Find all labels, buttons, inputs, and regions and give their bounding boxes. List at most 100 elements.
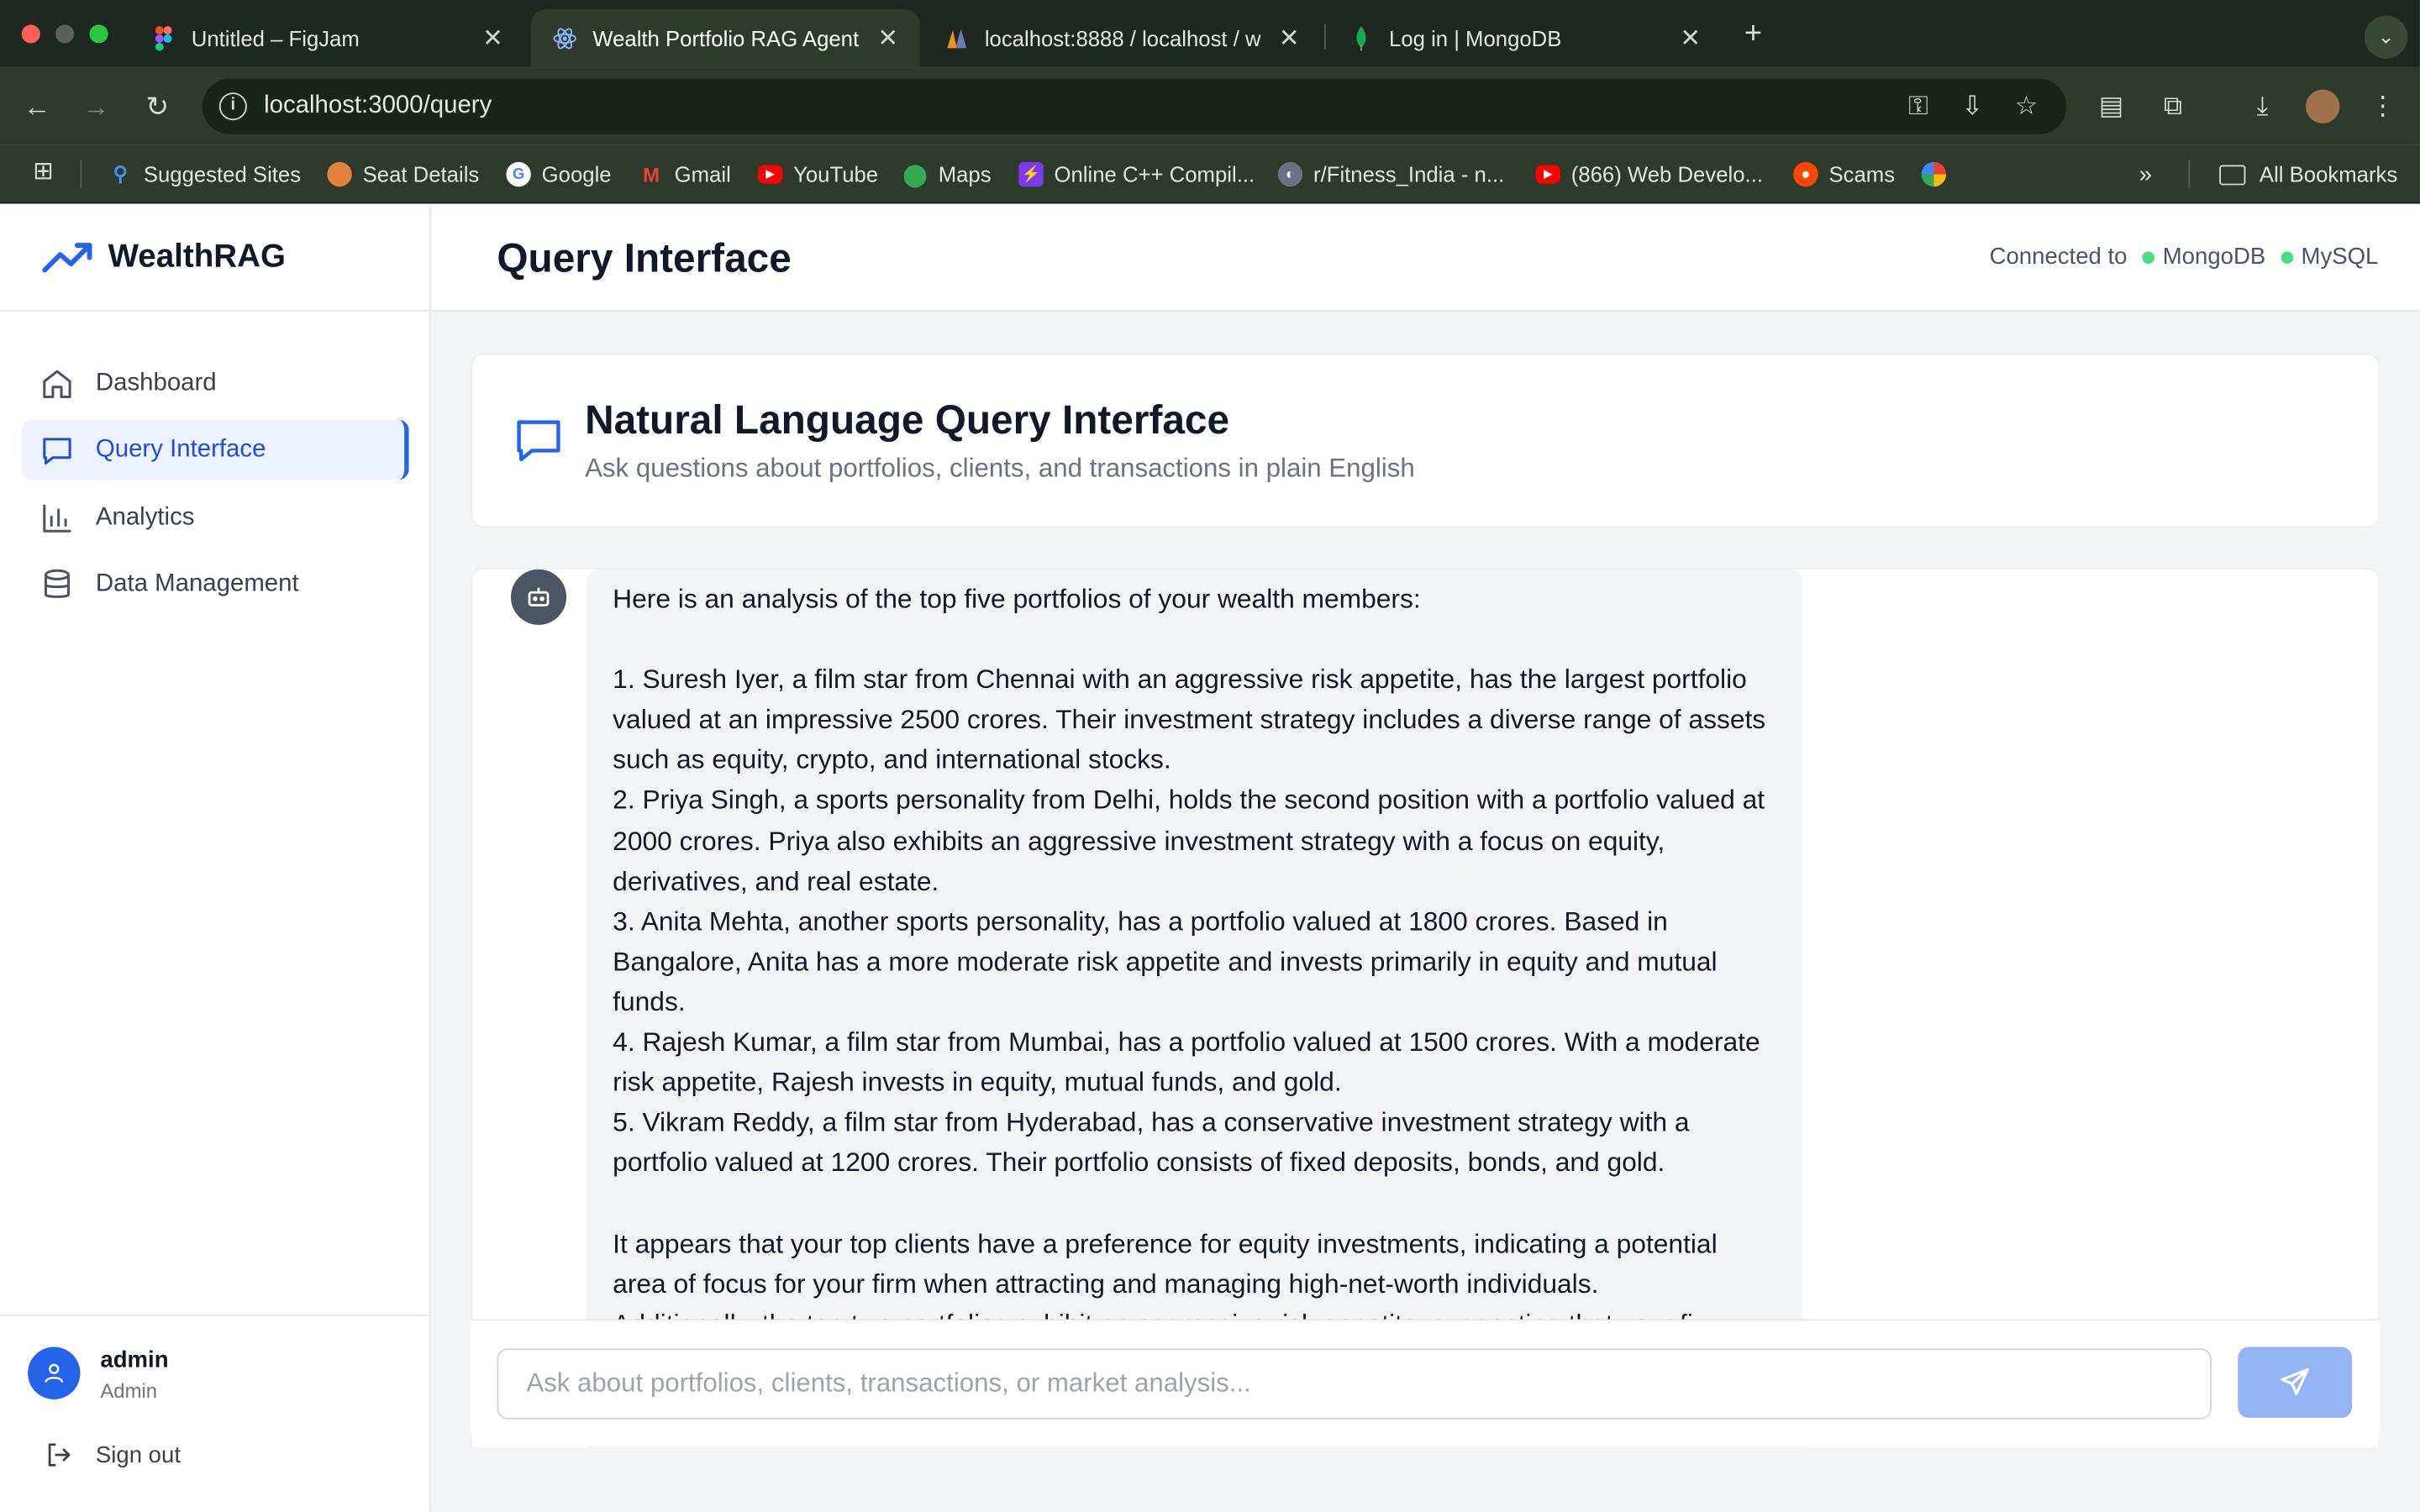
install-app-icon[interactable]: ⇩ [1954, 88, 1991, 125]
sidebar-item-dashboard[interactable]: Dashboard [22, 354, 409, 414]
status-dot-mongodb [2142, 250, 2155, 264]
site-info-icon[interactable]: i [218, 92, 247, 121]
all-bookmarks-button[interactable]: All Bookmarks [2219, 160, 2397, 188]
user-role: Admin [100, 1379, 158, 1403]
reload-icon[interactable]: ↻ [139, 88, 176, 125]
message-conclusion: It appears that your top clients have a … [613, 1227, 1718, 1299]
react-icon [553, 26, 577, 50]
bookmark-label: Online C++ Compil... [1054, 161, 1255, 187]
url-text: localhost:3000/query [264, 92, 492, 119]
query-input-bar [471, 1319, 2381, 1446]
tab-search-icon[interactable]: ⌄ [2364, 15, 2408, 59]
page-header: Query Interface Connected to MongoDB MyS… [432, 205, 2420, 312]
bookmarks-bar: ⊞ ⚲ Suggested Sites Seat Details G Googl… [0, 144, 2420, 204]
bar-chart-icon [43, 503, 71, 532]
message-item: 1. Suresh Iyer, a film star from Chennai… [613, 664, 1766, 775]
browser-tab[interactable]: Untitled – FigJam ✕ [129, 9, 524, 68]
bot-avatar [510, 569, 567, 625]
extensions-puzzle-icon[interactable]: ⧉ [2154, 88, 2191, 125]
sign-out-label: Sign out [95, 1441, 181, 1468]
new-tab-icon[interactable]: + [1734, 15, 1771, 52]
browser-tab[interactable]: Log in | MongoDB ✕ [1328, 9, 1723, 68]
address-bar[interactable]: i localhost:3000/query ⚿ ⇩ ☆ [202, 78, 2067, 134]
close-window-button[interactable] [21, 24, 40, 44]
bookmark-star-icon[interactable]: ☆ [2008, 88, 2045, 125]
bookmark-divider [80, 160, 82, 189]
chat-messages[interactable]: Here is an analysis of the top five port… [471, 567, 2381, 1447]
message-item: 3. Anita Mehta, another sports personali… [613, 905, 1718, 1017]
send-icon [2281, 1368, 2309, 1395]
query-input[interactable] [497, 1348, 2212, 1420]
bot-icon [528, 587, 550, 606]
connected-label: Connected to [1989, 244, 2128, 270]
key-icon[interactable]: ⚿ [1900, 88, 1937, 125]
browser-menu-icon[interactable]: ⋮ [2365, 88, 2402, 125]
sidebar-item-analytics[interactable]: Analytics [22, 487, 409, 548]
send-button[interactable] [2238, 1347, 2353, 1418]
bookmark-item[interactable]: ▶ YouTube [757, 160, 879, 188]
bookmark-item[interactable]: ⬤ Maps [902, 160, 992, 188]
reddit-icon: ● [1793, 161, 1818, 187]
bookmark-divider [2188, 160, 2191, 189]
query-intro-card: Natural Language Query Interface Ask que… [471, 353, 2381, 528]
folder-icon [2219, 164, 2246, 185]
bookmark-item[interactable]: ⚲ Suggested Sites [108, 160, 302, 188]
bookmark-item[interactable] [1921, 160, 1957, 188]
close-tab-icon[interactable]: ✕ [482, 24, 503, 55]
maximize-window-button[interactable] [89, 24, 108, 44]
google-icon: G [506, 161, 531, 187]
bookmark-label: Google [541, 161, 612, 187]
seat-icon [327, 161, 352, 187]
page-title: Query Interface [497, 234, 792, 281]
bookmark-label: Suggested Sites [143, 161, 302, 187]
all-bookmarks-label: All Bookmarks [2259, 161, 2398, 187]
close-tab-icon[interactable]: ✕ [877, 24, 898, 55]
pinwheel-icon [1921, 161, 1947, 187]
bookmark-label: Maps [938, 161, 992, 187]
browser-tab-bar: Untitled – FigJam ✕ Wealth Portfolio RAG… [0, 0, 2420, 68]
tab-title: localhost:8888 / localhost / w [984, 26, 1261, 51]
bookmark-item[interactable]: M Gmail [639, 160, 731, 188]
minimize-window-button[interactable] [55, 24, 75, 44]
apps-grid-icon[interactable]: ⊞ [24, 155, 61, 192]
bookmark-label: YouTube [793, 161, 879, 187]
tab-separator [1323, 24, 1326, 50]
card-subtitle: Ask questions about portfolios, clients,… [585, 453, 1415, 483]
more-bookmarks-icon[interactable]: » [2139, 160, 2152, 188]
profile-avatar[interactable] [2306, 89, 2340, 123]
trending-up-icon [42, 239, 94, 284]
bookmark-item[interactable]: ◐ r/Fitness_India - n... [1277, 160, 1505, 188]
bookmark-item[interactable]: Seat Details [327, 160, 479, 188]
browser-tab-active[interactable]: Wealth Portfolio RAG Agent ✕ [530, 9, 920, 68]
downloads-icon[interactable]: ⤓ [2244, 88, 2281, 125]
sidebar-item-label: Query Interface [95, 435, 266, 463]
bookmark-label: Scams [1828, 161, 1896, 187]
back-icon[interactable]: ← [18, 88, 55, 125]
bookmark-item[interactable]: ▶ (866) Web Develo... [1535, 160, 1763, 188]
extension-folder-icon[interactable]: ▤ [2093, 88, 2130, 125]
message-item: 4. Rajesh Kumar, a film star from Mumbai… [613, 1026, 1760, 1098]
sidebar-item-label: Data Management [95, 570, 299, 596]
user-name: admin [100, 1347, 169, 1373]
sign-out-button[interactable]: Sign out [43, 1440, 181, 1471]
youtube-icon: ▶ [757, 165, 783, 184]
forward-icon[interactable]: → [77, 88, 114, 125]
close-tab-icon[interactable]: ✕ [1279, 24, 1300, 55]
bookmark-label: (866) Web Develo... [1570, 161, 1763, 187]
sidebar-item-query-interface[interactable]: Query Interface [21, 419, 409, 480]
maps-pin-icon: ⬤ [902, 160, 928, 186]
mongodb-leaf-icon [1349, 26, 1373, 51]
sidebar-item-data-management[interactable]: Data Management [22, 554, 409, 614]
sidebar: WealthRAG Dashboard Query Interface Anal… [0, 205, 431, 1512]
avatar[interactable] [28, 1347, 81, 1399]
user-icon [45, 1363, 64, 1383]
browser-tab[interactable]: localhost:8888 / localhost / w ✕ [923, 9, 1321, 68]
bookmark-label: r/Fitness_India - n... [1313, 161, 1505, 187]
bookmark-item[interactable]: ● Scams [1793, 160, 1895, 188]
browser-toolbar: ← → ↻ i localhost:3000/query ⚿ ⇩ ☆ ▤ ⧉ ⤓… [0, 67, 2420, 145]
bookmark-item[interactable]: ⚡ Online C++ Compil... [1018, 160, 1255, 188]
bookmark-item[interactable]: G Google [506, 160, 612, 188]
card-title: Natural Language Query Interface [585, 396, 1230, 444]
close-tab-icon[interactable]: ✕ [1680, 24, 1701, 55]
assistant-message: Here is an analysis of the top five port… [586, 569, 1803, 1447]
